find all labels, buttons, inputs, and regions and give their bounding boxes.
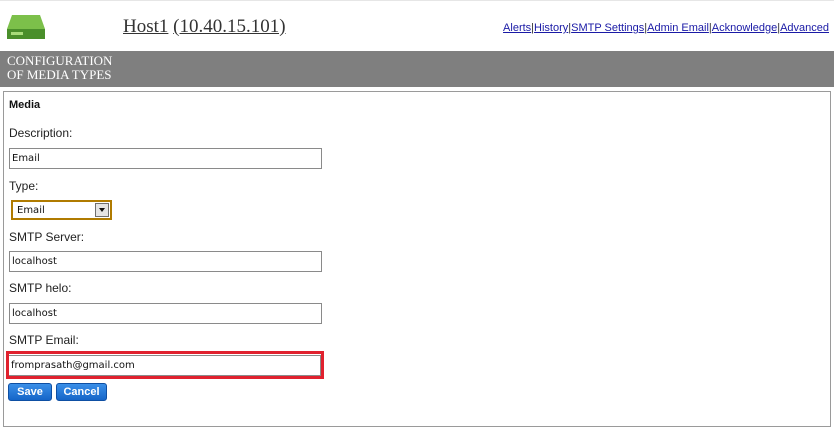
media-form-panel: Media Description: Email Type: Email SMT… xyxy=(3,91,831,427)
description-label: Description: xyxy=(9,126,73,140)
description-input[interactable]: Email xyxy=(9,148,322,169)
type-select[interactable]: Email xyxy=(11,200,112,220)
smtp-helo-label: SMTP helo: xyxy=(9,281,72,295)
host-name-link[interactable]: Host1 xyxy=(123,16,168,37)
top-nav: Alerts|History|SMTP Settings|Admin Email… xyxy=(503,22,829,34)
header: Host1 (10.40.15.101) Alerts|History|SMTP… xyxy=(0,0,834,51)
nav-link-history[interactable]: History xyxy=(534,22,568,34)
section-title-bar: Configuration of Media Types xyxy=(0,51,834,87)
section-title-line2: of Media Types xyxy=(7,67,112,82)
smtp-server-input[interactable]: localhost xyxy=(9,251,322,272)
nav-link-acknowledge[interactable]: Acknowledge xyxy=(712,22,777,34)
chevron-down-icon[interactable] xyxy=(95,203,109,217)
save-button[interactable]: Save xyxy=(8,383,52,401)
nav-link-smtp-settings[interactable]: SMTP Settings xyxy=(571,22,644,34)
media-heading: Media xyxy=(9,99,41,111)
host-ip-link[interactable]: (10.40.15.101) xyxy=(173,16,285,37)
nav-link-advanced[interactable]: Advanced xyxy=(780,22,829,34)
type-select-value: Email xyxy=(17,205,45,216)
green-drive-icon xyxy=(7,15,45,39)
host-title: Host1 (10.40.15.101) xyxy=(123,16,286,38)
nav-link-admin-email[interactable]: Admin Email xyxy=(647,22,709,34)
type-label: Type: xyxy=(9,179,39,193)
smtp-server-label: SMTP Server: xyxy=(9,230,85,244)
nav-link-alerts[interactable]: Alerts xyxy=(503,22,531,34)
cancel-button[interactable]: Cancel xyxy=(56,383,107,401)
highlight-box xyxy=(6,351,324,379)
smtp-helo-input[interactable]: localhost xyxy=(9,303,322,324)
section-title-line1: Configuration xyxy=(7,53,113,68)
smtp-email-label: SMTP Email: xyxy=(9,333,79,347)
